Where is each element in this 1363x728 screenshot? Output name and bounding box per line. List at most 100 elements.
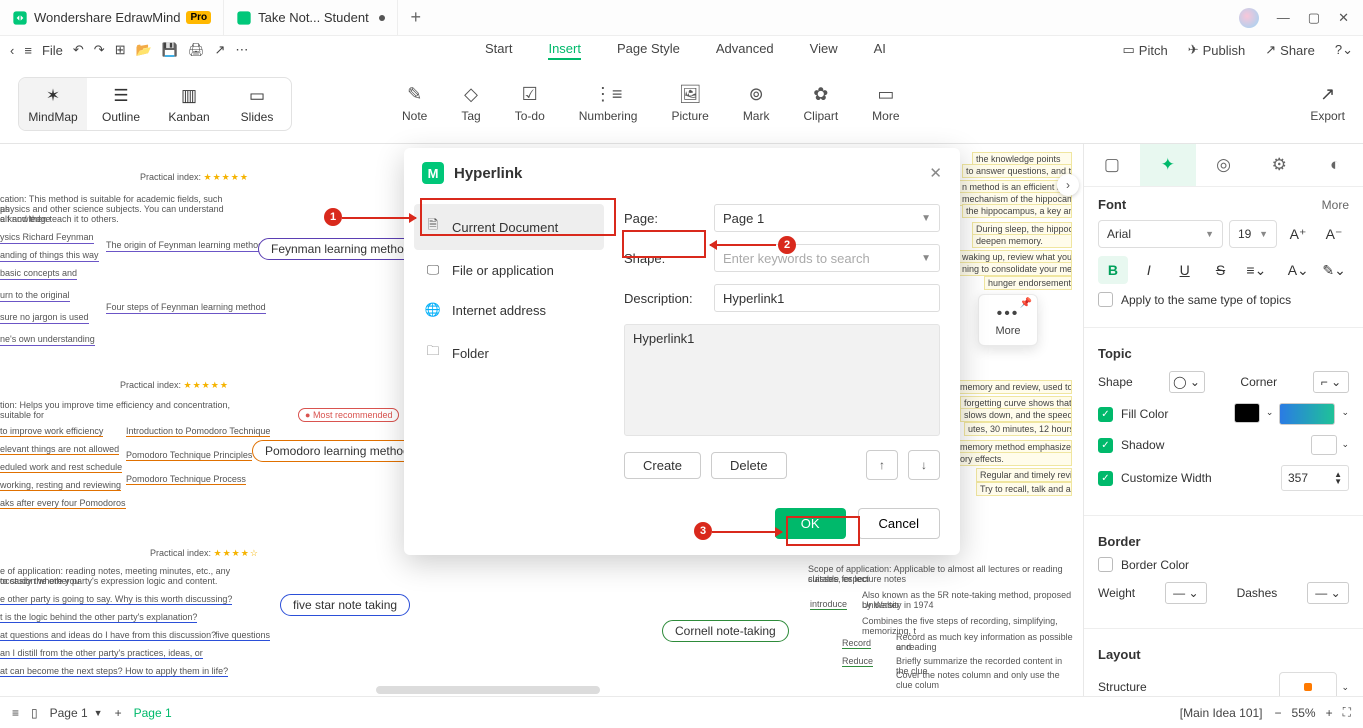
view-mindmap[interactable]: ✶MindMap: [19, 78, 87, 130]
width-checkbox[interactable]: ✓: [1098, 471, 1113, 486]
page-selector[interactable]: Page 1 ▼: [50, 706, 103, 720]
highlight-button[interactable]: ✎⌄: [1319, 256, 1349, 284]
corner-select[interactable]: ⌐ ⌄: [1313, 371, 1349, 393]
print-icon[interactable]: 🖨: [188, 42, 205, 58]
menu-insert[interactable]: Insert: [548, 41, 581, 60]
menu-advanced[interactable]: Advanced: [716, 41, 774, 60]
add-page-button[interactable]: +: [115, 706, 122, 720]
structure-select[interactable]: [1279, 672, 1337, 696]
menu-view[interactable]: View: [810, 41, 838, 60]
italic-button[interactable]: I: [1134, 256, 1164, 284]
move-up-button[interactable]: ↑: [866, 450, 898, 480]
ribbon-note[interactable]: ✎Note: [402, 84, 427, 123]
bordercolor-checkbox[interactable]: [1098, 557, 1113, 572]
document-tab[interactable]: Take Not... Student: [224, 0, 398, 36]
underline-button[interactable]: U: [1170, 256, 1200, 284]
font-family-select[interactable]: Arial▼: [1098, 220, 1223, 248]
dashes-select[interactable]: — ⌄: [1307, 582, 1349, 604]
strike-button[interactable]: S: [1206, 256, 1236, 284]
node-pomodoro[interactable]: Pomodoro learning method: [252, 440, 423, 462]
minimize-icon[interactable]: —: [1277, 10, 1290, 25]
apply-checkbox[interactable]: [1098, 292, 1113, 307]
font-decrease-button[interactable]: A⁻: [1319, 220, 1349, 248]
ribbon-numbering[interactable]: ⋮≡Numbering: [579, 84, 638, 123]
ribbon-clipart[interactable]: ✿Clipart: [803, 84, 838, 123]
menu-start[interactable]: Start: [485, 41, 512, 60]
open-icon[interactable]: 📂: [136, 42, 152, 58]
chevron-right-icon[interactable]: ›: [1057, 174, 1079, 196]
tab-folder[interactable]: 🗀Folder: [414, 330, 604, 376]
menu-pagestyle[interactable]: Page Style: [617, 41, 680, 60]
description-input[interactable]: Hyperlink1: [714, 284, 940, 312]
font-more[interactable]: More: [1322, 198, 1349, 212]
ribbon-mark[interactable]: ⊚Mark: [743, 84, 770, 123]
tab-current-document[interactable]: 🗎Current Document: [414, 204, 604, 250]
page-select[interactable]: Page 1▼: [714, 204, 940, 232]
add-tab-button[interactable]: +: [398, 7, 434, 28]
zoom-in-button[interactable]: +: [1326, 706, 1333, 720]
shape-select[interactable]: ◯ ⌄: [1169, 371, 1205, 393]
ribbon-todo[interactable]: ☑To-do: [515, 84, 545, 123]
node-feynman[interactable]: Feynman learning method: [258, 238, 423, 260]
move-down-button[interactable]: ↓: [908, 450, 940, 480]
maximize-icon[interactable]: ▢: [1308, 10, 1320, 26]
save-icon[interactable]: 💾: [162, 42, 178, 58]
create-button[interactable]: Create: [624, 452, 701, 479]
text-color-button[interactable]: A⌄: [1283, 256, 1313, 284]
bold-button[interactable]: B: [1098, 256, 1128, 284]
ribbon-tag[interactable]: ◇Tag: [461, 84, 480, 123]
back-icon[interactable]: ‹: [10, 43, 14, 58]
node-cornell[interactable]: Cornell note-taking: [662, 620, 789, 642]
tab-internet-address[interactable]: 🌐Internet address: [414, 290, 604, 330]
app-tab[interactable]: Wondershare EdrawMind Pro: [0, 0, 224, 36]
undo-icon[interactable]: ↶: [73, 42, 84, 58]
share-icon[interactable]: ↗: [215, 42, 226, 58]
help-icon[interactable]: ?⌄: [1335, 42, 1353, 58]
pin-icon[interactable]: 📌: [1020, 298, 1032, 309]
weight-select[interactable]: — ⌄: [1165, 582, 1207, 604]
align-button[interactable]: ≡⌄: [1241, 256, 1271, 284]
dialog-close-button[interactable]: ✕: [929, 164, 942, 182]
fillcolor-checkbox[interactable]: ✓: [1098, 407, 1113, 422]
close-icon[interactable]: ✕: [1338, 10, 1349, 26]
delete-button[interactable]: Delete: [711, 452, 787, 479]
width-input[interactable]: 357▲▼: [1281, 465, 1349, 491]
view-kanban[interactable]: ▥Kanban: [155, 78, 223, 130]
panel-tab-5[interactable]: ◐: [1307, 144, 1363, 186]
font-increase-button[interactable]: A⁺: [1283, 220, 1313, 248]
ok-button[interactable]: OK: [775, 508, 846, 539]
ribbon-more[interactable]: ▭More: [872, 84, 899, 123]
fill-color-swatch[interactable]: [1234, 403, 1260, 423]
hyperlink-list[interactable]: Hyperlink1: [624, 324, 940, 436]
new-icon[interactable]: ⊞: [115, 42, 126, 58]
ribbon-picture[interactable]: 🖼Picture: [671, 84, 708, 123]
pitch-button[interactable]: ▭ Pitch: [1123, 42, 1168, 58]
file-menu[interactable]: File: [42, 43, 63, 58]
more-popup[interactable]: 📌 ••• More: [978, 294, 1038, 346]
ribbon-export[interactable]: ↗Export: [1310, 84, 1345, 123]
more-icon[interactable]: ⋯: [235, 42, 248, 58]
panel-tab-1[interactable]: ▢: [1084, 144, 1140, 186]
publish-button[interactable]: ✈ Publish: [1188, 42, 1246, 58]
tab-file-application[interactable]: 🖵File or application: [414, 250, 604, 290]
node-fivestar[interactable]: five star note taking: [280, 594, 410, 616]
menu-ai[interactable]: AI: [874, 41, 886, 60]
panel-tab-2[interactable]: ✦: [1140, 144, 1196, 186]
avatar[interactable]: [1239, 8, 1259, 28]
shape-input[interactable]: Enter keywords to search▼: [714, 244, 940, 272]
panel-tab-4[interactable]: ⚙: [1251, 144, 1307, 186]
status-icon-1[interactable]: ≡: [12, 706, 19, 720]
font-size-select[interactable]: 19▼: [1229, 220, 1277, 248]
redo-icon[interactable]: ↷: [94, 42, 105, 58]
shadow-checkbox[interactable]: ✓: [1098, 438, 1113, 453]
fill-gradient-swatch[interactable]: [1279, 403, 1335, 425]
shadow-color-swatch[interactable]: [1311, 435, 1337, 455]
horizontal-scrollbar[interactable]: [376, 686, 600, 694]
zoom-out-button[interactable]: −: [1275, 706, 1282, 720]
menu-icon[interactable]: ≡: [24, 43, 32, 58]
status-icon-2[interactable]: ▯: [31, 706, 38, 720]
cancel-button[interactable]: Cancel: [858, 508, 940, 539]
panel-tab-3[interactable]: ◎: [1196, 144, 1252, 186]
view-outline[interactable]: ☰Outline: [87, 78, 155, 130]
page-active[interactable]: Page 1: [134, 706, 172, 720]
